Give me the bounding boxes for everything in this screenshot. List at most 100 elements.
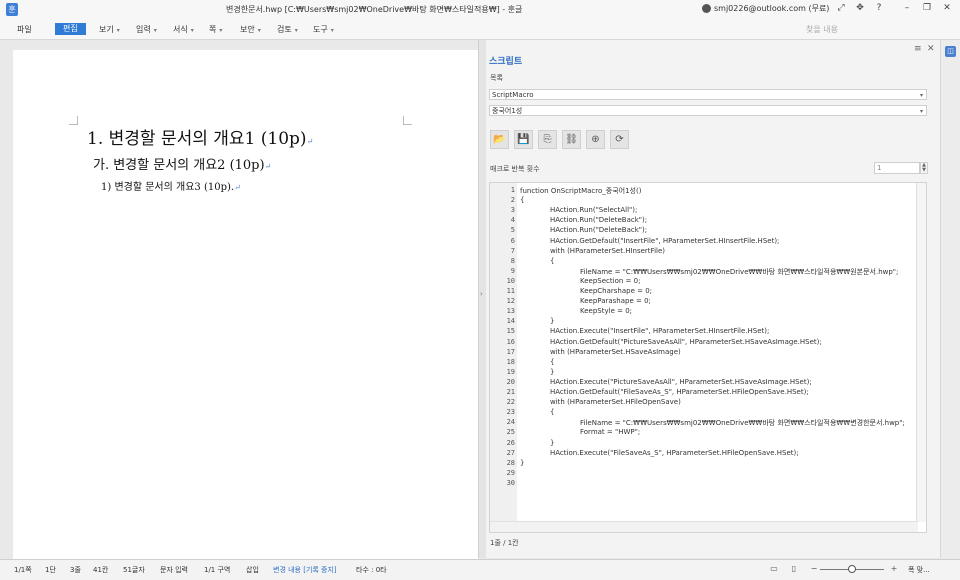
status-item[interactable]: 1/1 구역	[204, 565, 230, 575]
search-input[interactable]: 찾을 내용	[806, 24, 838, 35]
view-mode-icon[interactable]: ▭	[768, 564, 780, 574]
code-line[interactable]: HAction.Execute("PictureSaveAsAll", HPar…	[550, 378, 812, 386]
splitter-arrow-icon[interactable]: ›	[480, 290, 483, 298]
repeat-count-input[interactable]: 1	[874, 162, 920, 174]
status-item[interactable]: 51글자	[123, 565, 145, 575]
margin-mark	[69, 116, 78, 125]
code-line[interactable]: HAction.GetDefault("FileSaveAs_S", HPara…	[550, 388, 809, 396]
status-item[interactable]: 타수 : 0타	[356, 565, 387, 575]
code-line[interactable]: with (HParameterSet.HSaveAsImage)	[550, 348, 681, 356]
status-item[interactable]: 1/1쪽	[14, 565, 32, 575]
close-icon[interactable]: ✕	[940, 3, 954, 13]
save-as-icon[interactable]: ⎘	[538, 130, 557, 149]
macro-select[interactable]: ScriptMacro ▾	[489, 89, 927, 100]
macro-select-value: ScriptMacro	[492, 91, 534, 99]
menu-item-label: 보안	[240, 25, 255, 34]
repeat-count-stepper[interactable]: ▲ ▼	[920, 162, 928, 174]
panel-close-icon[interactable]: ✕	[927, 44, 935, 54]
code-line[interactable]: with (HParameterSet.HInsertFile)	[550, 247, 665, 255]
menu-item[interactable]: 파일	[17, 24, 32, 35]
add-icon[interactable]: ⊕	[586, 130, 605, 149]
code-line[interactable]: {	[550, 257, 554, 265]
app-logo-icon[interactable]: 훈	[6, 3, 18, 16]
refresh-icon[interactable]: ⟳	[610, 130, 629, 149]
menu-item[interactable]: 검토 ▾	[277, 24, 298, 35]
status-item[interactable]: 삽입	[246, 565, 259, 575]
two-page-view-icon[interactable]: ▯	[788, 564, 800, 574]
code-line[interactable]: FileName = "C:₩₩Users₩₩smj02₩₩OneDrive₩₩…	[580, 418, 905, 428]
window-title: 변경한문서.hwp [C:₩Users₩smj02₩OneDrive₩바탕 화면…	[226, 5, 523, 14]
heading-level-3[interactable]: 1) 변경할 문서의 개요3 (10p).↵	[101, 178, 241, 193]
zoom-slider-handle[interactable]	[848, 565, 856, 573]
sidebar-app-icon[interactable]: ◫	[945, 46, 956, 57]
code-line[interactable]: with (HParameterSet.HFileOpenSave)	[550, 398, 681, 406]
menu-item[interactable]: 서식 ▾	[173, 24, 194, 35]
code-line[interactable]: Format = "HWP";	[580, 428, 640, 436]
document-area[interactable]: 1. 변경할 문서의 개요1 (10p)↵ 가. 변경할 문서의 개요2 (10…	[0, 40, 478, 560]
code-line[interactable]: }	[550, 368, 554, 376]
line-number: 15	[506, 327, 515, 336]
line-number: 10	[506, 276, 515, 285]
code-line[interactable]: HAction.GetDefault("PictureSaveAsAll", H…	[550, 338, 822, 346]
heading-level-1-text: 1. 변경할 문서의 개요1 (10p)	[87, 129, 307, 149]
minimize-icon[interactable]: –	[900, 3, 914, 13]
code-line[interactable]: HAction.GetDefault("InsertFile", HParame…	[550, 237, 779, 245]
code-line[interactable]: KeepParashape = 0;	[580, 297, 651, 305]
code-line[interactable]: KeepStyle = 0;	[580, 307, 632, 315]
menu-item[interactable]: 도구 ▾	[313, 24, 334, 35]
panel-menu-icon[interactable]: ≡	[914, 44, 922, 54]
code-line[interactable]: KeepCharshape = 0;	[580, 287, 652, 295]
status-item[interactable]: 1단	[45, 565, 56, 575]
macro-name-select[interactable]: 중국어1성 ▾	[489, 105, 927, 116]
status-item[interactable]: 문자 입력	[160, 565, 188, 575]
document-page[interactable]: 1. 변경할 문서의 개요1 (10p)↵ 가. 변경할 문서의 개요2 (10…	[13, 50, 478, 560]
line-number-gutter: 1 2 3 4 5 6 7 8 9 10 11 12 13 14 15 16 17 18 19 20 21 22 23 24 2…	[490, 183, 517, 522]
help-icon[interactable]: ?	[872, 3, 886, 13]
open-folder-icon[interactable]: 📂	[490, 130, 509, 149]
code-line[interactable]: {	[550, 408, 554, 416]
code-line[interactable]: HAction.Execute("InsertFile", HParameter…	[550, 327, 769, 335]
chevron-down-icon: ▾	[257, 27, 261, 34]
line-number: 13	[506, 307, 515, 316]
fullscreen-icon[interactable]: ⤢	[834, 3, 848, 13]
status-item[interactable]: 41칸	[93, 565, 108, 575]
cursor-position: 1줄 / 1칸	[490, 539, 519, 547]
chevron-down-icon: ▾	[919, 108, 923, 115]
code-line[interactable]: FileName = "C:₩₩Users₩₩smj02₩₩OneDrive₩₩…	[580, 267, 898, 277]
restore-icon[interactable]: ❐	[920, 3, 934, 13]
script-editor[interactable]: 1 2 3 4 5 6 7 8 9 10 11 12 13 14 15 16 17 18 19 20 21 22 23 24 2…	[489, 182, 927, 533]
chevron-down-icon: ▾	[219, 27, 223, 34]
status-item[interactable]: 3줄	[70, 565, 81, 575]
link-icon[interactable]: ⛓	[562, 130, 581, 149]
menu-item[interactable]: 보기 ▾	[99, 24, 120, 35]
code-line[interactable]: KeepSection = 0;	[580, 277, 640, 285]
vertical-scrollbar[interactable]	[916, 183, 926, 522]
move-icon[interactable]: ✥	[853, 3, 867, 13]
account-info[interactable]: smj0226@outlook.com (무료)	[702, 3, 829, 14]
menu-item[interactable]: 입력 ▾	[136, 24, 157, 35]
code-line[interactable]: {	[520, 196, 524, 204]
save-icon[interactable]: 💾	[514, 130, 533, 149]
code-line[interactable]: {	[550, 358, 554, 366]
zoom-out-icon[interactable]: −	[808, 564, 820, 574]
zoom-in-icon[interactable]: +	[888, 564, 900, 574]
list-label: 목록	[490, 74, 503, 82]
code-line[interactable]: }	[520, 459, 524, 467]
code-line[interactable]: HAction.Run("DeleteBack");	[550, 226, 647, 234]
zoom-fit-label[interactable]: 폭 맞...	[908, 565, 930, 575]
code-line[interactable]: function OnScriptMacro_중국어1성()	[520, 186, 641, 196]
status-item[interactable]: 변경 내용 [기록 중지]	[273, 565, 337, 575]
code-line[interactable]: HAction.Run("DeleteBack");	[550, 216, 647, 224]
code-line[interactable]: HAction.Execute("FileSaveAs_S", HParamet…	[550, 449, 799, 457]
menu-item[interactable]: 편집	[55, 23, 86, 35]
panel-title: 스크립트	[489, 57, 523, 67]
horizontal-scrollbar[interactable]	[490, 521, 918, 532]
code-line[interactable]: }	[550, 439, 554, 447]
menu-item-label: 보기	[99, 25, 114, 34]
menu-item[interactable]: 쪽 ▾	[209, 24, 222, 35]
code-line[interactable]: }	[550, 317, 554, 325]
heading-level-2[interactable]: 가. 변경할 문서의 개요2 (10p)↵	[93, 154, 271, 173]
menu-item[interactable]: 보안 ▾	[240, 24, 261, 35]
code-line[interactable]: HAction.Run("SelectAll");	[550, 206, 637, 214]
heading-level-1[interactable]: 1. 변경할 문서의 개요1 (10p)↵	[87, 124, 313, 149]
